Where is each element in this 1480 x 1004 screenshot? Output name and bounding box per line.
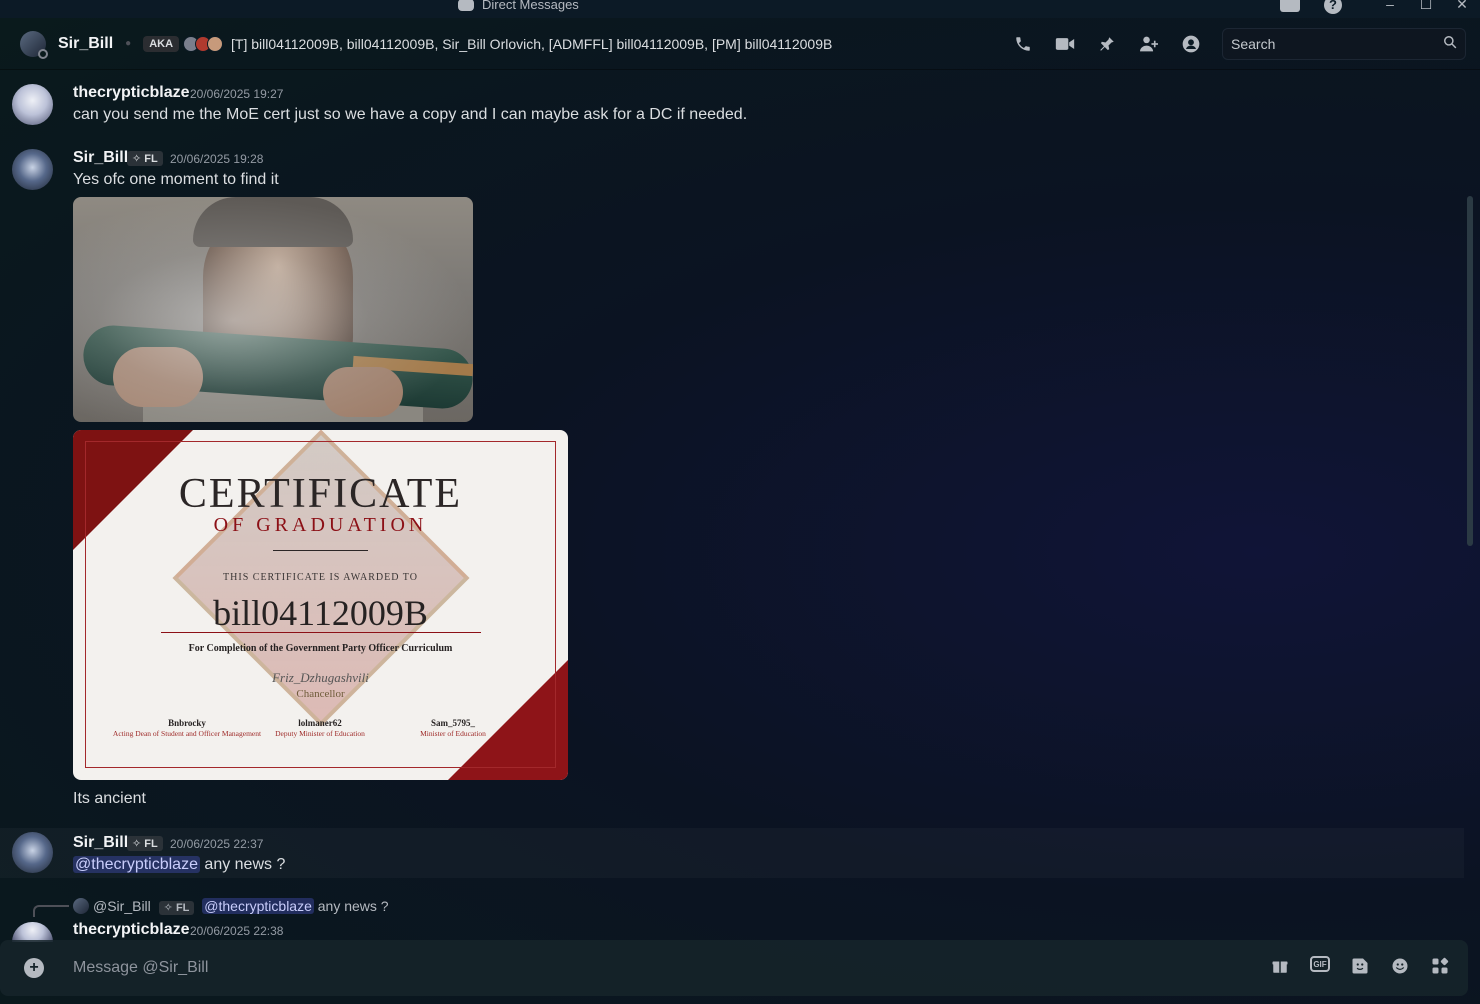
- gift-icon[interactable]: [1270, 956, 1290, 976]
- video-frame-smoke: [73, 197, 473, 422]
- dm-header: Sir_Bill ● AKA [T] bill04112009B, bill04…: [0, 18, 1480, 70]
- certificate-signer: Bnbrocky Acting Dean of Student and Offi…: [112, 718, 262, 738]
- reply-avatar[interactable]: [73, 898, 89, 914]
- search-icon: [1443, 35, 1457, 53]
- profile-icon[interactable]: [1180, 34, 1202, 54]
- message-composer: + GIF: [0, 940, 1468, 996]
- video-icon[interactable]: [1054, 34, 1076, 54]
- pin-icon[interactable]: [1096, 34, 1118, 54]
- message-timestamp: 20/06/2025 22:38: [190, 924, 284, 938]
- message-text-body: any news ?: [199, 856, 286, 873]
- message-text: can you send me the MoE cert just so we …: [73, 106, 748, 123]
- search-input[interactable]: [1231, 36, 1431, 52]
- scrollbar-thumb[interactable]: [1467, 196, 1473, 546]
- reply-text: any news ?: [313, 898, 389, 914]
- message-author[interactable]: thecrypticblaze: [73, 921, 189, 939]
- close-button[interactable]: ✕: [1444, 0, 1480, 13]
- certificate-signature-role: Chancellor: [296, 688, 345, 700]
- message-input[interactable]: [73, 956, 1223, 980]
- signer-role: Acting Dean of Student and Officer Manag…: [112, 729, 262, 738]
- certificate-divider: [273, 550, 368, 551]
- signer-name: lolmaner62: [298, 718, 342, 728]
- certificate-title: CERTIFICATE: [178, 471, 463, 517]
- certificate-subtitle: OF GRADUATION: [213, 514, 428, 536]
- discord-icon: [458, 0, 474, 11]
- message-author[interactable]: Sir_Bill: [73, 149, 128, 167]
- search-box[interactable]: [1222, 28, 1466, 60]
- phone-icon[interactable]: [1012, 34, 1034, 54]
- inbox-icon[interactable]: [1280, 0, 1300, 12]
- aka-avatar: [207, 35, 224, 52]
- avatar[interactable]: [12, 149, 53, 190]
- message-timestamp: 20/06/2025 22:37: [170, 837, 264, 851]
- window-controls: – ☐ ✕: [1372, 0, 1480, 13]
- add-attachment-button[interactable]: +: [24, 958, 44, 978]
- certificate-image[interactable]: CERTIFICATE OF GRADUATION THIS CERTIFICA…: [73, 430, 568, 780]
- fl-tag[interactable]: ✧ FL: [127, 151, 163, 166]
- signer-name: Sam_5795_: [430, 718, 475, 728]
- fl-tag[interactable]: ✧ FL: [158, 901, 195, 915]
- minimize-button[interactable]: –: [1372, 0, 1408, 13]
- certificate-signer: Sam_5795_ Minister of Education: [378, 718, 528, 738]
- title-bar: Direct Messages ? – ☐ ✕: [0, 0, 1480, 18]
- aka-badge: AKA: [143, 35, 180, 52]
- header-username[interactable]: Sir_Bill: [58, 35, 113, 53]
- header-avatar[interactable]: [20, 30, 48, 59]
- certificate-recipient: bill04112009B: [213, 593, 428, 633]
- status-indicator: [38, 48, 48, 59]
- signer-name: Bnbrocky: [168, 718, 206, 728]
- aka-avatars[interactable]: [183, 35, 224, 52]
- reply-connector: [33, 905, 69, 917]
- certificate-underline: [161, 632, 481, 633]
- apps-icon[interactable]: [1430, 956, 1450, 976]
- window-title-text: Direct Messages: [482, 0, 579, 12]
- certificate-signature: Friz_Dzhugashvili: [272, 670, 369, 685]
- message-text: Its ancient: [73, 790, 146, 807]
- message-text: Yes ofc one moment to find it: [73, 171, 279, 188]
- reply-author[interactable]: @Sir_Bill: [93, 898, 151, 914]
- avatar[interactable]: [12, 832, 53, 873]
- fl-tag[interactable]: ✧ FL: [127, 836, 163, 851]
- title-bar-icons: ?: [1280, 0, 1342, 14]
- certificate-purpose: For Completion of the Government Party O…: [188, 643, 453, 654]
- message-timestamp: 20/06/2025 19:28: [170, 152, 264, 166]
- emoji-icon[interactable]: [1390, 956, 1410, 976]
- reply-preview[interactable]: @Sir_Bill ✧ FL @thecrypticblaze any news…: [93, 898, 389, 915]
- add-friend-icon[interactable]: [1138, 34, 1160, 54]
- signer-role: Minister of Education: [420, 729, 486, 738]
- message-author[interactable]: thecrypticblaze: [73, 84, 189, 102]
- video-attachment[interactable]: [73, 197, 473, 422]
- window-title: Direct Messages: [458, 0, 579, 12]
- header-actions: [1012, 34, 1202, 54]
- header-separator: ●: [125, 38, 132, 49]
- help-icon[interactable]: ?: [1324, 0, 1342, 14]
- message-text: @thecrypticblaze any news ?: [73, 856, 285, 874]
- message-author[interactable]: Sir_Bill: [73, 834, 128, 852]
- avatar[interactable]: [12, 922, 53, 942]
- mention[interactable]: @thecrypticblaze: [202, 898, 314, 914]
- message-timestamp: 20/06/2025 19:27: [190, 87, 284, 101]
- signer-role: Deputy Minister of Education: [275, 729, 365, 738]
- certificate-awarded: THIS CERTIFICATE IS AWARDED TO: [223, 572, 418, 583]
- gif-icon[interactable]: GIF: [1310, 956, 1330, 972]
- avatar[interactable]: [12, 84, 53, 125]
- certificate-signer: lolmaner62 Deputy Minister of Education: [245, 718, 395, 738]
- aka-names[interactable]: [T] bill04112009B, bill04112009B, Sir_Bi…: [231, 36, 832, 52]
- maximize-button[interactable]: ☐: [1408, 0, 1444, 13]
- mention[interactable]: @thecrypticblaze: [73, 856, 200, 873]
- sticker-icon[interactable]: [1350, 956, 1370, 976]
- composer-icons: GIF: [1270, 956, 1450, 976]
